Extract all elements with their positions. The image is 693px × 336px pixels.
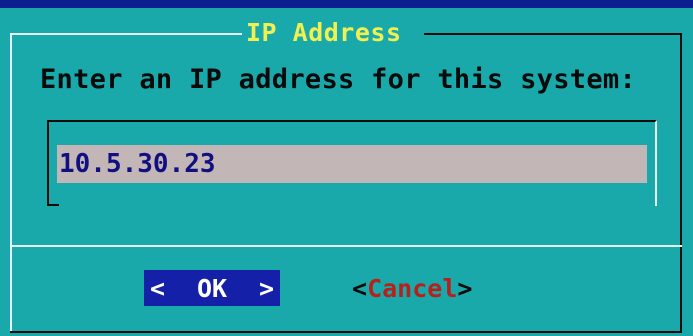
dialog-frame-left [10,33,12,333]
button-area-separator [10,245,682,247]
dialog-prompt: Enter an IP address for this system: [40,64,636,95]
cancel-right-bracket: > [457,273,473,303]
cancel-left-bracket: < [352,273,368,303]
ok-button-label: OK [196,273,228,303]
cancel-hotkey: C [367,273,383,303]
ip-address-dialog: IP Address Enter an IP address for this … [0,8,693,336]
ip-address-input[interactable] [57,145,647,183]
dialog-title: IP Address [246,18,402,47]
dialog-frame-right [680,33,682,333]
ok-left-bracket: < [150,273,166,303]
dialog-frame-top [10,33,242,35]
cancel-button-label: ancel [382,273,458,303]
ok-right-bracket: > [258,273,274,303]
ok-button[interactable]: < OK > [144,270,280,306]
input-frame-corner [47,204,59,206]
cancel-button[interactable]: < C ancel > [352,270,472,306]
dialog-frame-top [424,33,681,35]
dialog-frame-bottom [10,331,682,333]
